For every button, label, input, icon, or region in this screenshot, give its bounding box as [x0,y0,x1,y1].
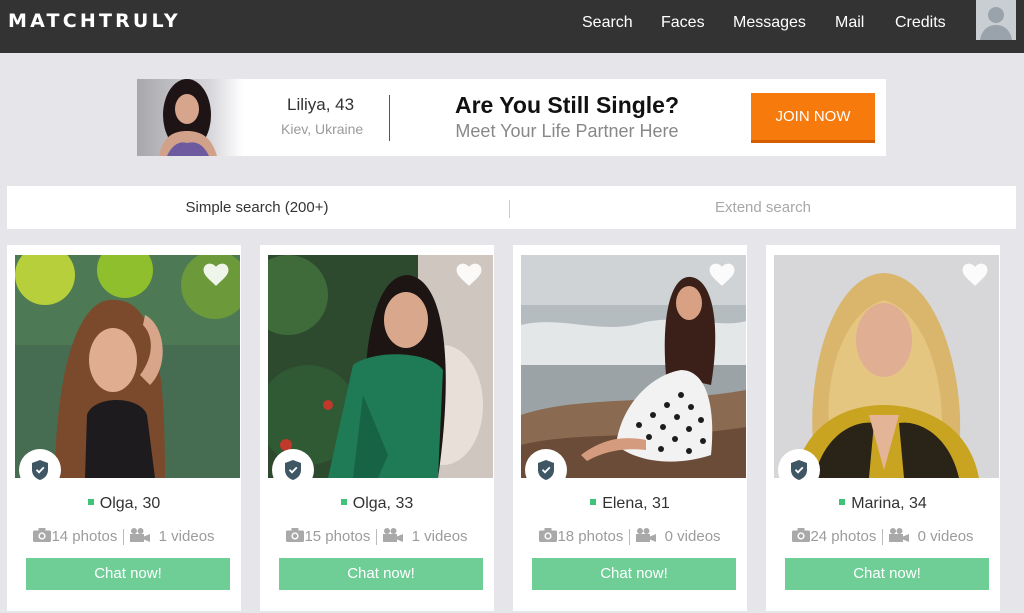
tab-extend-search[interactable]: Extend search [513,186,1013,229]
favorite-heart-icon[interactable] [203,263,229,287]
video-count[interactable]: 0 videos [665,528,721,545]
user-silhouette-icon [976,0,1016,40]
user-avatar[interactable] [976,0,1016,40]
favorite-heart-icon[interactable] [962,263,988,287]
profile-card: Elena, 31 18 photos 0 videos Chat now! [513,245,747,611]
shield-check-icon [538,460,554,480]
video-count[interactable]: 1 videos [412,528,468,545]
search-tabs: Simple search (200+) Extend search [7,186,1016,229]
profile-name-row: Elena, 31 [513,495,747,513]
banner-divider [389,95,390,141]
top-navbar: MATCHTRULY Search Faces Messages Mail Cr… [0,0,1024,53]
verified-badge[interactable] [778,449,820,491]
video-camera-icon [636,528,657,543]
online-indicator [590,498,597,505]
video-camera-icon [130,528,151,543]
banner-subheadline: Meet Your Life Partner Here [455,121,679,141]
profile-media-stats: 14 photos 1 videos [7,528,241,546]
profile-card: Marina, 34 24 photos 0 videos Chat now! [766,245,1000,611]
profile-media-stats: 24 photos 0 videos [766,528,1000,546]
shield-check-icon [32,460,48,480]
profile-photo[interactable] [774,255,999,478]
shield-check-icon [791,460,807,480]
online-indicator [340,498,347,505]
camera-icon [792,528,811,543]
stats-divider [376,529,378,546]
banner-profile-location: Kiev, Ukraine [281,121,364,137]
profile-name-row: Olga, 30 [7,495,241,513]
profile-name-row: Marina, 34 [766,495,1000,513]
favorite-heart-icon[interactable] [709,263,735,287]
verified-badge[interactable] [272,449,314,491]
profile-card: Olga, 33 15 photos 1 videos Chat now! [260,245,494,611]
profile-name-row: Olga, 33 [260,495,494,513]
video-camera-icon [383,528,404,543]
join-now-button[interactable]: JOIN NOW [751,93,875,143]
profile-name[interactable]: Olga, 30 [100,495,160,512]
camera-icon [33,528,52,543]
photo-count[interactable]: 14 photos [51,528,117,545]
chat-now-button[interactable]: Chat now! [532,558,736,590]
profile-media-stats: 18 photos 0 videos [513,528,747,546]
camera-icon [286,528,305,543]
video-count[interactable]: 1 videos [159,528,215,545]
video-count[interactable]: 0 videos [918,528,974,545]
profile-photo[interactable] [15,255,240,478]
profile-name[interactable]: Olga, 33 [353,495,413,512]
verified-badge[interactable] [525,449,567,491]
profile-name[interactable]: Marina, 34 [851,495,927,512]
chat-now-button[interactable]: Chat now! [785,558,989,590]
verified-badge[interactable] [19,449,61,491]
tab-simple-search[interactable]: Simple search (200+) [7,186,507,229]
profile-photo[interactable] [521,255,746,478]
banner-photo [137,79,243,156]
online-indicator [839,498,846,505]
stats-divider [123,529,125,546]
shield-check-icon [285,460,301,480]
online-indicator [87,498,94,505]
profile-photo[interactable] [268,255,493,478]
promo-banner[interactable]: Liliya, 43 Kiev, Ukraine Are You Still S… [137,79,886,156]
banner-headline: Are You Still Single? [454,92,680,118]
chat-now-button[interactable]: Chat now! [279,558,483,590]
stats-divider [629,529,631,546]
site-logo[interactable]: MATCHTRULY [8,10,181,32]
favorite-heart-icon[interactable] [456,263,482,287]
profile-card: Olga, 30 14 photos 1 videos Chat now! [7,245,241,611]
profile-name[interactable]: Elena, 31 [602,495,670,512]
stats-divider [882,529,884,546]
nav-mail[interactable]: Mail [835,14,864,32]
nav-faces[interactable]: Faces [661,14,705,32]
nav-messages[interactable]: Messages [733,14,806,32]
tab-divider [509,200,510,218]
photo-count[interactable]: 15 photos [304,528,370,545]
chat-now-button[interactable]: Chat now! [26,558,230,590]
nav-credits[interactable]: Credits [895,14,946,32]
camera-icon [539,528,558,543]
photo-count[interactable]: 18 photos [557,528,623,545]
video-camera-icon [889,528,910,543]
profile-media-stats: 15 photos 1 videos [260,528,494,546]
nav-search[interactable]: Search [582,14,633,32]
photo-count[interactable]: 24 photos [810,528,876,545]
